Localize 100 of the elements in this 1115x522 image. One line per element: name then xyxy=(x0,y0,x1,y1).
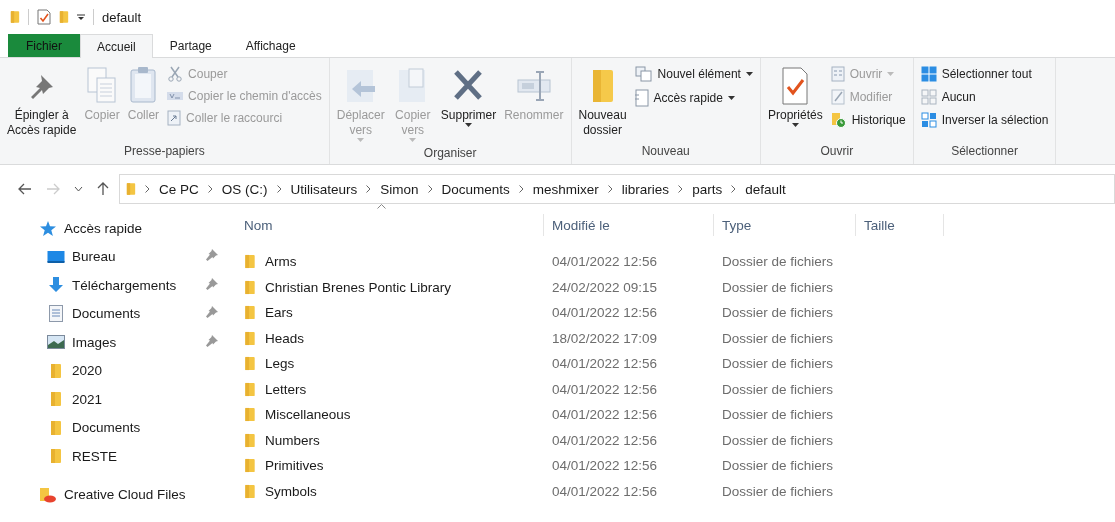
folder-icon xyxy=(50,448,62,465)
file-name[interactable]: Legs xyxy=(265,356,295,372)
file-name[interactable]: Primitives xyxy=(265,458,324,474)
file-name[interactable]: Christian Brenes Pontic Library xyxy=(265,279,452,295)
ribbon-button[interactable]: Aucun xyxy=(917,87,1052,107)
group-label: Sélectionner xyxy=(950,144,1019,160)
chevron-icon xyxy=(678,185,684,193)
caret-icon xyxy=(74,186,83,192)
folder-icon xyxy=(50,419,62,436)
nav-item[interactable]: Bureau xyxy=(46,242,218,271)
file-type: Dossier de fichiers xyxy=(721,381,835,397)
desktop-icon xyxy=(47,249,65,264)
breadcrumb[interactable]: Utilisateurs xyxy=(290,181,358,197)
chevron-icon xyxy=(145,185,150,193)
nav-item[interactable]: Documents xyxy=(46,413,218,442)
ribbon-button[interactable]: Propriétés xyxy=(764,62,826,131)
open-icon xyxy=(830,66,845,82)
breadcrumb[interactable]: Simon xyxy=(380,181,419,197)
modified-date: 04/01/2022 12:56 xyxy=(551,432,659,448)
star-icon xyxy=(40,220,56,236)
nav-item[interactable]: Images xyxy=(46,328,218,357)
new-item-icon xyxy=(634,66,653,82)
nav-item[interactable]: Téléchargements xyxy=(46,271,218,300)
file-type: Dossier de fichiers xyxy=(721,483,835,499)
column-header[interactable]: Taille xyxy=(856,214,944,236)
folder-icon xyxy=(244,458,256,474)
nav-item[interactable]: 2021 xyxy=(46,385,218,414)
ribbon-tab[interactable]: Affichage xyxy=(228,34,313,57)
chevron-icon xyxy=(366,185,372,193)
path-icon xyxy=(167,91,184,101)
select-all-icon xyxy=(920,66,937,82)
caret-icon xyxy=(409,138,417,142)
file-name[interactable]: Numbers xyxy=(265,432,320,448)
breadcrumb[interactable]: OS (C:) xyxy=(221,181,268,197)
ribbon-button[interactable]: Historique xyxy=(827,110,909,130)
group-label: Ouvrir xyxy=(819,144,855,160)
ribbon-tab[interactable]: Partage xyxy=(152,34,229,57)
ribbon-button[interactable]: Sélectionner tout xyxy=(917,64,1052,84)
nav-item[interactable]: Accès rapide xyxy=(38,214,218,243)
caret-icon xyxy=(791,123,799,127)
modified-date: 24/02/2022 09:15 xyxy=(551,279,659,295)
file-name[interactable]: Heads xyxy=(265,330,305,346)
breadcrumb[interactable]: default xyxy=(745,181,786,197)
file-type: Dossier de fichiers xyxy=(721,279,835,295)
document-icon xyxy=(634,89,649,107)
file-name[interactable]: Miscellaneous xyxy=(265,407,351,423)
folder-icon xyxy=(244,330,256,346)
address-bar[interactable]: Ce PC OS (C:) Utilisateurs Simon Documents meshmixer libraries parts default xyxy=(119,174,1115,204)
breadcrumb[interactable]: Documents xyxy=(441,181,510,197)
file-type: Dossier de fichiers xyxy=(721,432,835,448)
folder-icon xyxy=(50,362,62,379)
nav-item[interactable]: Creative Cloud Files xyxy=(38,480,218,509)
chevron-icon xyxy=(427,185,433,193)
folder-icon xyxy=(244,381,256,397)
ribbon-button[interactable]: Nouvel élément xyxy=(631,64,756,84)
history-icon xyxy=(830,112,847,128)
group-label: Organiser xyxy=(422,146,478,162)
up-arrow-icon xyxy=(97,182,109,196)
nav-item[interactable]: Documents xyxy=(46,299,218,328)
ribbon-button[interactable]: Accès rapide xyxy=(631,87,756,109)
column-header[interactable]: Modifié le xyxy=(544,214,714,236)
nav-item[interactable]: RESTE xyxy=(46,442,218,471)
pin-icon xyxy=(206,306,218,319)
ribbon-button[interactable]: Nouveau dossier xyxy=(575,62,630,142)
file-type: Dossier de fichiers xyxy=(721,254,835,270)
file-name[interactable]: Ears xyxy=(265,305,293,321)
file-name[interactable]: Symbols xyxy=(265,483,317,499)
ribbon-tab[interactable]: Accueil xyxy=(80,34,153,58)
shortcut-icon xyxy=(167,110,182,126)
folder-icon xyxy=(244,254,256,270)
breadcrumb[interactable]: libraries xyxy=(621,181,670,197)
back-arrow-icon xyxy=(18,183,32,195)
chevron-icon xyxy=(518,185,524,193)
ribbon-button[interactable]: Épingler à Accès rapide xyxy=(4,62,80,142)
pin-icon xyxy=(206,277,218,290)
ribbon-button[interactable]: Inverser la sélection xyxy=(917,110,1052,130)
file-name[interactable]: Letters xyxy=(265,381,307,397)
scissors-icon xyxy=(167,66,184,82)
modified-date: 04/01/2022 12:56 xyxy=(551,356,659,372)
modified-date: 04/01/2022 12:56 xyxy=(551,458,659,474)
modified-date: 18/02/2022 17:09 xyxy=(551,330,659,346)
column-header[interactable]: Type xyxy=(714,214,856,236)
file-name[interactable]: Arms xyxy=(265,254,297,270)
group-label: Presse-papiers xyxy=(123,144,206,160)
chevron-icon xyxy=(731,185,737,193)
breadcrumb[interactable]: meshmixer xyxy=(532,181,599,197)
folder-icon xyxy=(50,391,62,408)
group-label: Nouveau xyxy=(640,144,691,160)
file-menu-tab[interactable]: Fichier xyxy=(8,34,80,57)
breadcrumb[interactable]: parts xyxy=(692,181,723,197)
caret-icon xyxy=(727,96,735,100)
breadcrumb[interactable]: Ce PC xyxy=(159,181,199,197)
nav-item[interactable]: 2020 xyxy=(46,356,218,385)
cloud-folder-icon xyxy=(39,486,57,503)
folder-icon xyxy=(244,483,256,499)
column-header[interactable]: Nom xyxy=(236,214,544,236)
modified-date: 04/01/2022 12:56 xyxy=(551,407,659,423)
chevron-icon xyxy=(207,185,213,193)
ribbon-button[interactable]: Supprimer xyxy=(437,62,500,131)
caret-icon xyxy=(745,72,753,76)
